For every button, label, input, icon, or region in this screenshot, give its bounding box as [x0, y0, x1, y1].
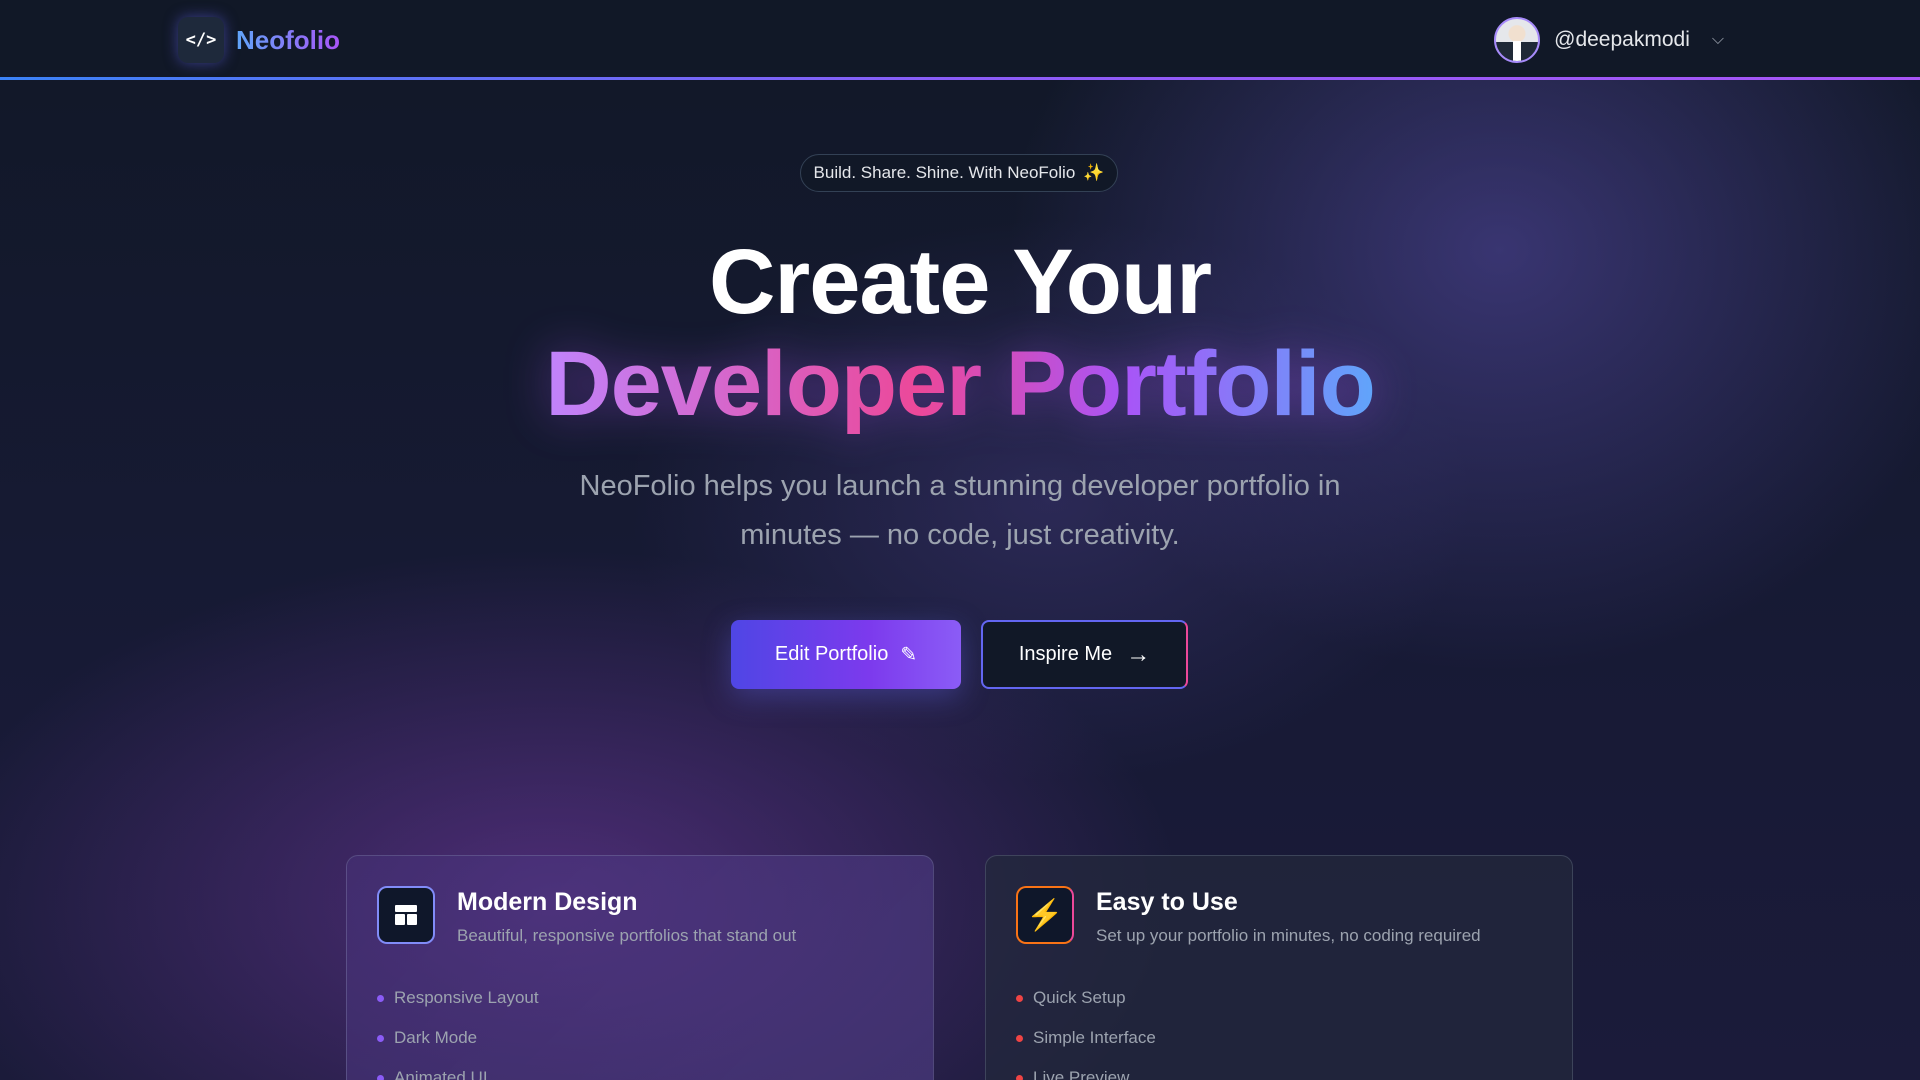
tagline-text: Build. Share. Shine. With NeoFolio	[813, 163, 1076, 182]
list-item: Dark Mode	[377, 1018, 539, 1058]
hero-subtext: NeoFolio helps you launch a stunning dev…	[579, 470, 1341, 551]
bullet-dot	[1016, 994, 1023, 1002]
chevron-down-icon[interactable]: ⌵	[1712, 31, 1724, 49]
bullet-dot	[377, 1034, 384, 1042]
brand-link[interactable]: </> Neofolio	[178, 17, 340, 63]
bullet-dot	[1016, 1074, 1023, 1080]
list-item-label: Dark Mode	[394, 1028, 478, 1047]
edit-portfolio-button[interactable]: Edit Portfolio ✎	[731, 620, 961, 689]
list-item-label: Animated UI	[394, 1068, 488, 1080]
pencil-icon: ✎	[900, 644, 918, 666]
feature-icon-box	[377, 886, 435, 944]
username: @deepakmodi	[1554, 28, 1690, 51]
feature-title: Easy to Use	[1096, 888, 1238, 916]
headline-line-2: Developer Portfolio	[0, 328, 1920, 440]
avatar	[1494, 17, 1541, 63]
list-item: Live Preview	[1016, 1058, 1156, 1080]
inspire-me-label: Inspire Me	[1018, 643, 1113, 665]
bullet-dot	[377, 1074, 384, 1080]
list-item: Simple Interface	[1016, 1018, 1156, 1058]
navbar: </> Neofolio @deepakmodi ⌵	[0, 0, 1920, 80]
feature-card-modern-design: Modern Design Beautiful, responsive port…	[346, 855, 934, 1080]
page: </> Neofolio @deepakmodi ⌵ Build. Share.…	[0, 0, 1920, 1080]
list-item-label: Quick Setup	[1033, 988, 1126, 1007]
list-item: Quick Setup	[1016, 978, 1156, 1018]
bullet-dot	[1016, 1034, 1023, 1042]
layout-icon	[395, 905, 417, 925]
feature-list: Quick Setup Simple Interface Live Previe…	[1016, 978, 1156, 1080]
list-item: Animated UI	[377, 1058, 539, 1080]
list-item: Responsive Layout	[377, 978, 539, 1018]
feature-list: Responsive Layout Dark Mode Animated UI	[377, 978, 539, 1080]
headline-line-1: Create Your	[708, 231, 1212, 333]
list-item-label: Responsive Layout	[394, 988, 539, 1007]
bullet-dot	[377, 994, 384, 1002]
feature-description: Set up your portfolio in minutes, no cod…	[1096, 926, 1481, 945]
inspire-me-button[interactable]: Inspire Me →	[981, 620, 1188, 689]
feature-title: Modern Design	[457, 888, 638, 916]
list-item-label: Live Preview	[1033, 1068, 1130, 1080]
brand-name: Neofolio	[236, 24, 340, 55]
tagline-badge: Build. Share. Shine. With NeoFolio ✨	[800, 154, 1118, 192]
sparkle-icon: ✨	[1083, 163, 1105, 182]
edit-portfolio-label: Edit Portfolio	[774, 643, 889, 665]
arrow-right-icon: →	[1126, 640, 1151, 668]
feature-icon-box: ⚡	[1016, 886, 1074, 944]
list-item-label: Simple Interface	[1033, 1028, 1156, 1047]
user-menu[interactable]: @deepakmodi ⌵	[1494, 17, 1724, 63]
feature-description: Beautiful, responsive portfolios that st…	[457, 926, 797, 945]
feature-card-easy-to-use: ⚡ Easy to Use Set up your portfolio in m…	[985, 855, 1573, 1080]
lightning-icon: ⚡	[1026, 898, 1064, 932]
headline-gradient-text: Developer Portfolio	[545, 333, 1376, 435]
code-icon: </>	[178, 17, 224, 63]
